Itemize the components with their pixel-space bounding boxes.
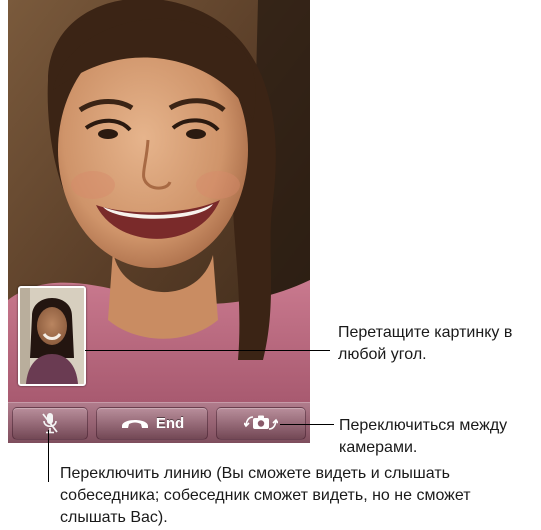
switch-camera-icon [244, 413, 278, 433]
call-control-bar: End [8, 402, 310, 443]
mute-leader-line [48, 430, 49, 482]
drag-preview-leader-line [85, 350, 330, 351]
mute-microphone-icon [41, 411, 59, 435]
switch-camera-button[interactable] [216, 406, 306, 440]
facetime-call-illustration: End Перетащите картинку в любой угол. Пе… [0, 0, 541, 530]
switch-camera-leader-line [280, 424, 334, 425]
drag-preview-callout: Перетащите картинку в любой угол. [338, 324, 513, 363]
self-view-image [20, 288, 84, 384]
phone-screen: End [8, 0, 310, 443]
end-slot: End [92, 403, 212, 443]
handset-icon [120, 416, 150, 430]
switch-cameras-callout: Переключиться между камерами. [339, 417, 508, 456]
mute-button[interactable] [12, 406, 88, 440]
switch-camera-slot [212, 403, 310, 443]
end-call-label: End [155, 414, 185, 432]
end-call-button[interactable]: End [96, 406, 208, 440]
mute-slot [8, 403, 92, 443]
mute-line-callout: Переключить линию (Вы сможете видеть и с… [60, 465, 471, 526]
self-view-preview[interactable] [18, 286, 86, 386]
